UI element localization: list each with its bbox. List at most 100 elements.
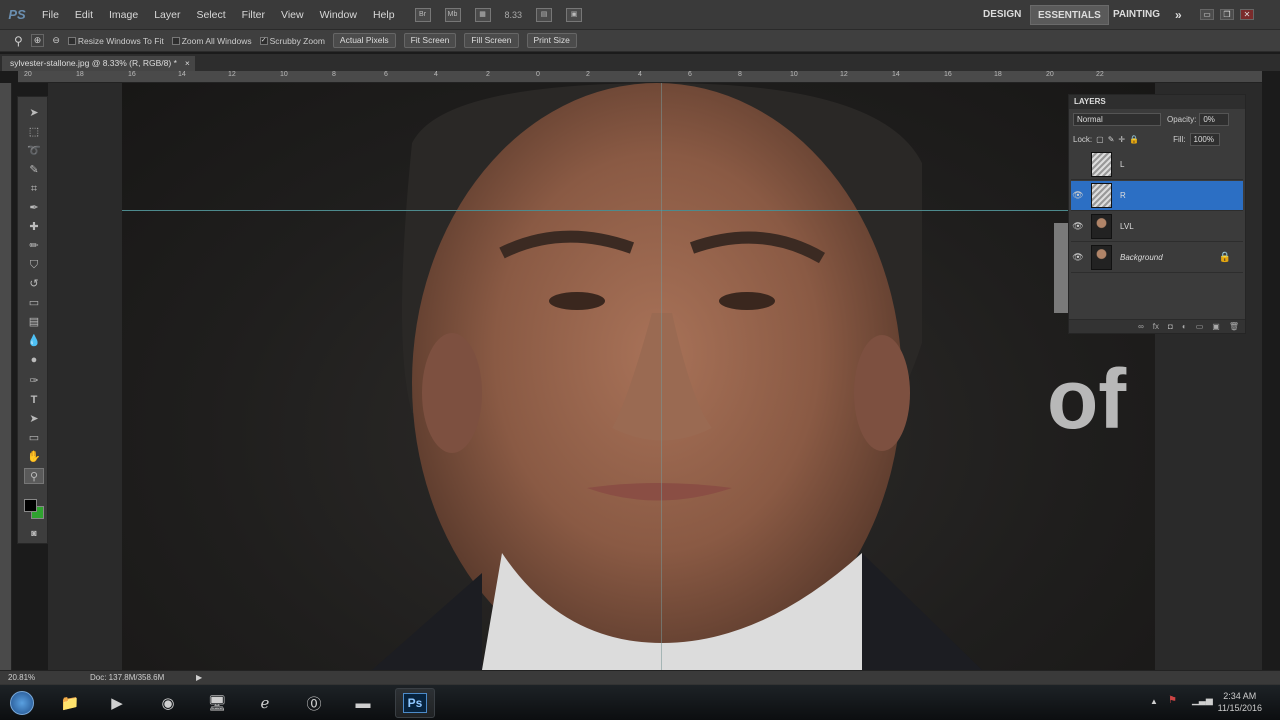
- network-icon[interactable]: 🖥: [197, 688, 237, 718]
- lock-pixels-icon[interactable]: ✎: [1108, 135, 1115, 144]
- status-doc-size[interactable]: Doc: 137.8M/358.6M: [90, 671, 164, 684]
- app-icon[interactable]: ▬: [343, 688, 383, 718]
- workspace-painting[interactable]: PAINTING: [1113, 0, 1160, 30]
- system-clock[interactable]: 2:34 AM 11/15/2016: [1218, 690, 1262, 714]
- signal-icon[interactable]: ▁▃▅: [1192, 695, 1213, 706]
- blend-mode-select[interactable]: Normal: [1073, 113, 1161, 126]
- media-player-icon[interactable]: ▶: [97, 688, 137, 718]
- menu-edit[interactable]: Edit: [67, 0, 101, 30]
- clone-stamp-tool-icon[interactable]: ⛉: [24, 257, 44, 273]
- minimize-icon[interactable]: ▭: [1200, 9, 1214, 20]
- explorer-icon[interactable]: 📁: [50, 688, 90, 718]
- restore-icon[interactable]: ❐: [1220, 9, 1234, 20]
- eraser-tool-icon[interactable]: ▭: [24, 295, 44, 311]
- menu-layer[interactable]: Layer: [146, 0, 188, 30]
- lock-transparency-icon[interactable]: ▢: [1096, 135, 1104, 144]
- start-button[interactable]: [2, 688, 42, 718]
- layer-row-r[interactable]: 👁 R: [1071, 181, 1243, 211]
- zoom-all-checkbox[interactable]: Zoom All Windows: [171, 36, 252, 46]
- layer-name[interactable]: LVL: [1120, 222, 1134, 231]
- tray-expand-icon[interactable]: ▲: [1150, 697, 1158, 706]
- gradient-tool-icon[interactable]: ▤: [24, 314, 44, 330]
- zoom-tool-icon[interactable]: ⚲: [14, 34, 23, 48]
- layer-style-icon[interactable]: fx: [1153, 320, 1159, 333]
- print-size-button[interactable]: Print Size: [526, 33, 577, 48]
- zoom-out-icon[interactable]: ⊖: [52, 35, 60, 46]
- chrome-icon[interactable]: ◉: [148, 688, 188, 718]
- dodge-tool-icon[interactable]: ●: [24, 352, 44, 368]
- quick-select-tool-icon[interactable]: ✎: [24, 162, 44, 178]
- eyedropper-tool-icon[interactable]: ✒: [24, 200, 44, 216]
- menu-help[interactable]: Help: [365, 0, 403, 30]
- fill-screen-button[interactable]: Fill Screen: [464, 33, 519, 48]
- hp-icon[interactable]: ⓪: [294, 688, 334, 718]
- actual-pixels-button[interactable]: Actual Pixels: [332, 33, 396, 48]
- ruler-horizontal[interactable]: 20 18 16 14 12 10 8 6 4 2 0 2 4 6 8 10 1…: [18, 71, 1262, 83]
- menu-file[interactable]: File: [34, 0, 67, 30]
- screen-mode-icon[interactable]: ▣: [566, 7, 583, 22]
- menu-window[interactable]: Window: [312, 0, 365, 30]
- menu-image[interactable]: Image: [101, 0, 146, 30]
- bridge-icon[interactable]: Br: [414, 7, 431, 22]
- eye-icon[interactable]: 👁: [1071, 252, 1085, 263]
- lasso-tool-icon[interactable]: ➰: [24, 143, 44, 159]
- lock-position-icon[interactable]: ✛: [1118, 135, 1125, 144]
- quick-mask-icon[interactable]: ◙: [24, 525, 44, 541]
- shape-tool-icon[interactable]: ▭: [24, 430, 44, 446]
- hand-tool-icon[interactable]: ✋: [24, 449, 44, 465]
- photoshop-taskbar-button[interactable]: Ps: [395, 688, 435, 718]
- document-tab[interactable]: sylvester-stallone.jpg @ 8.33% (R, RGB/8…: [2, 56, 195, 71]
- add-mask-icon[interactable]: ◘: [1168, 320, 1173, 333]
- document-canvas[interactable]: of: [122, 83, 1155, 670]
- view-extras-icon[interactable]: ▦: [474, 7, 491, 22]
- fit-screen-button[interactable]: Fit Screen: [403, 33, 457, 48]
- minibridge-icon[interactable]: Mb: [444, 7, 461, 22]
- close-tab-icon[interactable]: ×: [185, 56, 190, 71]
- layer-row-l[interactable]: L: [1071, 150, 1243, 180]
- zoom-in-icon[interactable]: ⊕: [30, 34, 45, 47]
- eye-icon[interactable]: 👁: [1071, 221, 1085, 232]
- opacity-input[interactable]: 0%: [1199, 113, 1230, 126]
- flag-icon[interactable]: ⚑: [1168, 695, 1177, 706]
- menu-select[interactable]: Select: [188, 0, 233, 30]
- layer-row-lvl[interactable]: 👁 LVL: [1071, 212, 1243, 242]
- workspace-design[interactable]: DESIGN: [983, 0, 1021, 30]
- layer-name[interactable]: R: [1120, 191, 1126, 200]
- zoom-level[interactable]: 8.33: [505, 10, 523, 20]
- eye-icon[interactable]: 👁: [1071, 190, 1085, 201]
- horizontal-guide[interactable]: [122, 210, 1068, 211]
- resize-windows-checkbox[interactable]: Resize Windows To Fit: [67, 36, 164, 46]
- close-icon[interactable]: ✕: [1240, 9, 1254, 20]
- move-tool-icon[interactable]: ➤: [24, 105, 44, 121]
- internet-explorer-icon[interactable]: ℯ: [245, 688, 285, 718]
- lock-all-icon[interactable]: 🔒: [1129, 135, 1139, 144]
- vertical-guide[interactable]: [661, 83, 662, 670]
- arrange-documents-icon[interactable]: ▤: [536, 7, 553, 22]
- status-zoom[interactable]: 20.81%: [8, 671, 35, 684]
- foreground-color-swatch[interactable]: [24, 499, 37, 512]
- type-tool-icon[interactable]: T: [24, 392, 44, 408]
- layer-row-background[interactable]: 👁 Background 🔒: [1071, 243, 1243, 273]
- history-brush-tool-icon[interactable]: ↺: [24, 276, 44, 292]
- path-selection-tool-icon[interactable]: ➤: [24, 411, 44, 427]
- pen-tool-icon[interactable]: ✑: [24, 373, 44, 389]
- status-arrow-icon[interactable]: ▶: [196, 671, 202, 684]
- layer-name[interactable]: Background: [1120, 253, 1163, 262]
- zoom-tool-icon[interactable]: ⚲: [24, 468, 44, 484]
- brush-tool-icon[interactable]: ✏: [24, 238, 44, 254]
- adjustment-layer-icon[interactable]: ◐: [1182, 320, 1187, 333]
- link-layers-icon[interactable]: ∞: [1138, 320, 1144, 333]
- blur-tool-icon[interactable]: 💧: [24, 333, 44, 349]
- marquee-tool-icon[interactable]: ⬚: [24, 124, 44, 140]
- workspace-essentials[interactable]: ESSENTIALS: [1030, 5, 1109, 25]
- delete-layer-icon[interactable]: 🗑: [1229, 320, 1239, 333]
- workspace-more-button[interactable]: »: [1175, 0, 1182, 30]
- menu-filter[interactable]: Filter: [234, 0, 273, 30]
- scrubby-zoom-checkbox[interactable]: ✓ Scrubby Zoom: [259, 36, 325, 46]
- layer-name[interactable]: L: [1120, 160, 1124, 169]
- ruler-vertical[interactable]: [0, 83, 12, 670]
- healing-brush-tool-icon[interactable]: ✚: [24, 219, 44, 235]
- menu-view[interactable]: View: [273, 0, 312, 30]
- new-layer-icon[interactable]: ▣: [1212, 320, 1220, 333]
- crop-tool-icon[interactable]: ⌗: [24, 181, 44, 197]
